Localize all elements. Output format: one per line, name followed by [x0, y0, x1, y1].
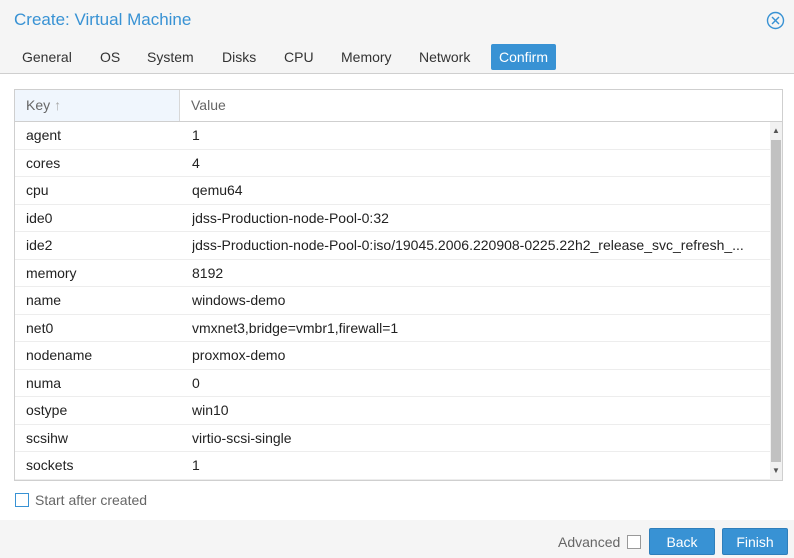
tab-disks[interactable]: Disks	[214, 44, 264, 70]
row-value: jdss-Production-node-Pool-0:iso/19045.20…	[192, 237, 744, 253]
dialog-footer: Advanced Back Finish	[0, 520, 794, 558]
grid-scrollbar[interactable]: ▲ ▼	[770, 122, 782, 480]
table-row[interactable]: name windows-demo	[15, 287, 770, 315]
table-row[interactable]: numa 0	[15, 370, 770, 397]
row-value: proxmox-demo	[192, 347, 286, 363]
table-row[interactable]: cpu qemu64	[15, 177, 770, 205]
table-row[interactable]: net0 vmxnet3,bridge=vmbr1,firewall=1	[15, 315, 770, 342]
scroll-down-icon[interactable]: ▼	[770, 464, 782, 478]
table-row[interactable]: sockets 1	[15, 452, 770, 480]
table-row[interactable]: cores 4	[15, 150, 770, 177]
table-row[interactable]: ostype win10	[15, 397, 770, 425]
tab-memory[interactable]: Memory	[333, 44, 400, 70]
window-title: Create: Virtual Machine	[14, 10, 192, 29]
column-header-value[interactable]: Value	[180, 90, 770, 121]
advanced-label: Advanced	[558, 534, 621, 550]
tab-os[interactable]: OS	[92, 44, 128, 70]
column-header-key-label: Key	[26, 97, 51, 113]
row-value: 0	[192, 374, 200, 391]
close-icon[interactable]	[766, 11, 785, 30]
grid-rows: agent 1 cores 4 cpu qemu64 ide0 jdss-Product…	[15, 122, 770, 480]
confirm-panel: Key ↑ Value agent 1 cores 4 cpu qemu64 ide0 j…	[0, 73, 794, 520]
table-row[interactable]: agent 1	[15, 122, 770, 150]
finish-button[interactable]: Finish	[722, 528, 788, 555]
tab-network[interactable]: Network	[411, 44, 478, 70]
table-row[interactable]: scsihw virtio-scsi-single	[15, 425, 770, 452]
row-value: 1	[192, 457, 200, 473]
row-value: qemu64	[192, 182, 243, 198]
advanced-checkbox[interactable]	[627, 535, 641, 549]
row-key: agent	[26, 127, 62, 143]
row-key: ide2	[26, 237, 53, 253]
row-key: nodename	[26, 347, 93, 363]
row-key: ide0	[26, 209, 53, 226]
window-titlebar: Create: Virtual Machine	[0, 0, 794, 40]
row-key: cpu	[26, 182, 49, 198]
tab-system[interactable]: System	[139, 44, 202, 70]
back-button[interactable]: Back	[649, 528, 715, 555]
arrow-up-icon: ↑	[54, 97, 62, 113]
row-value: 4	[192, 154, 200, 171]
wizard-tabs: General OS System Disks CPU Memory Netwo…	[0, 42, 794, 72]
table-row[interactable]: memory 8192	[15, 260, 770, 287]
row-key: numa	[26, 374, 62, 391]
start-after-created-checkbox[interactable]	[15, 493, 29, 507]
tab-general[interactable]: General	[14, 44, 80, 70]
table-row[interactable]: ide2 jdss-Production-node-Pool-0:iso/1904…	[15, 232, 770, 260]
row-key: scsihw	[26, 429, 69, 446]
settings-grid: Key ↑ Value agent 1 cores 4 cpu qemu64 ide0 j…	[14, 89, 783, 481]
scroll-up-icon[interactable]: ▲	[770, 124, 782, 138]
row-key: net0	[26, 319, 54, 336]
row-key: ostype	[26, 402, 68, 418]
row-value: 8192	[192, 264, 224, 281]
row-value: win10	[192, 402, 229, 418]
row-value: jdss-Production-node-Pool-0:32	[192, 209, 389, 226]
tab-confirm[interactable]: Confirm	[491, 44, 557, 70]
grid-header: Key ↑ Value	[15, 90, 782, 122]
row-value: 1	[192, 127, 200, 143]
row-value: windows-demo	[192, 292, 286, 308]
row-key: cores	[26, 154, 61, 171]
table-row[interactable]: ide0 jdss-Production-node-Pool-0:32	[15, 205, 770, 232]
row-key: name	[26, 292, 62, 308]
column-header-key[interactable]: Key ↑	[15, 90, 180, 121]
scrollbar-thumb[interactable]	[771, 140, 781, 462]
start-after-created-label: Start after created	[35, 492, 148, 508]
row-value: vmxnet3,bridge=vmbr1,firewall=1	[192, 319, 399, 336]
row-key: sockets	[26, 457, 74, 473]
tab-cpu[interactable]: CPU	[276, 44, 322, 70]
row-key: memory	[26, 264, 77, 281]
table-row[interactable]: nodename proxmox-demo	[15, 342, 770, 370]
row-value: virtio-scsi-single	[192, 429, 292, 446]
